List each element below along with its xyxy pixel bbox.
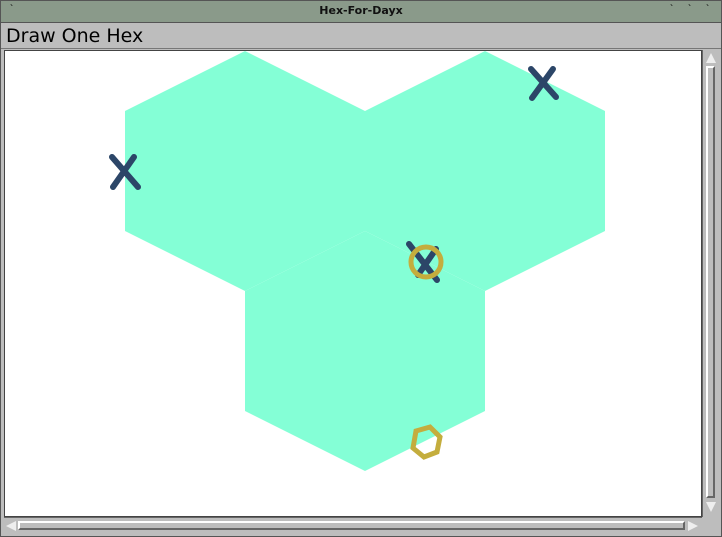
- vertical-scrollbar[interactable]: [702, 50, 719, 517]
- scroll-down-arrow-icon[interactable]: [706, 502, 716, 512]
- scroll-corner: [702, 517, 719, 534]
- scroll-right-arrow-icon[interactable]: [688, 521, 698, 531]
- menu-bar: Draw One Hex: [1, 23, 721, 49]
- hex-board[interactable]: [5, 51, 702, 517]
- close-button[interactable]: `: [701, 5, 715, 17]
- vertical-scroll-thumb[interactable]: [706, 66, 715, 498]
- horizontal-scrollbar[interactable]: [4, 517, 702, 534]
- draw-one-hex-button[interactable]: Draw One Hex: [6, 25, 143, 47]
- drawing-canvas[interactable]: [4, 50, 702, 517]
- maximize-button[interactable]: `: [683, 5, 697, 17]
- app-window: ` Hex-For-Dayx ` ` ` Draw One Hex: [0, 0, 722, 537]
- horizontal-scroll-thumb[interactable]: [18, 521, 685, 530]
- title-bar[interactable]: ` Hex-For-Dayx ` ` `: [1, 1, 721, 23]
- scroll-left-arrow-icon[interactable]: [6, 521, 16, 531]
- window-title: Hex-For-Dayx: [319, 4, 403, 17]
- scroll-up-arrow-icon[interactable]: [706, 53, 716, 63]
- minimize-button[interactable]: `: [665, 5, 679, 17]
